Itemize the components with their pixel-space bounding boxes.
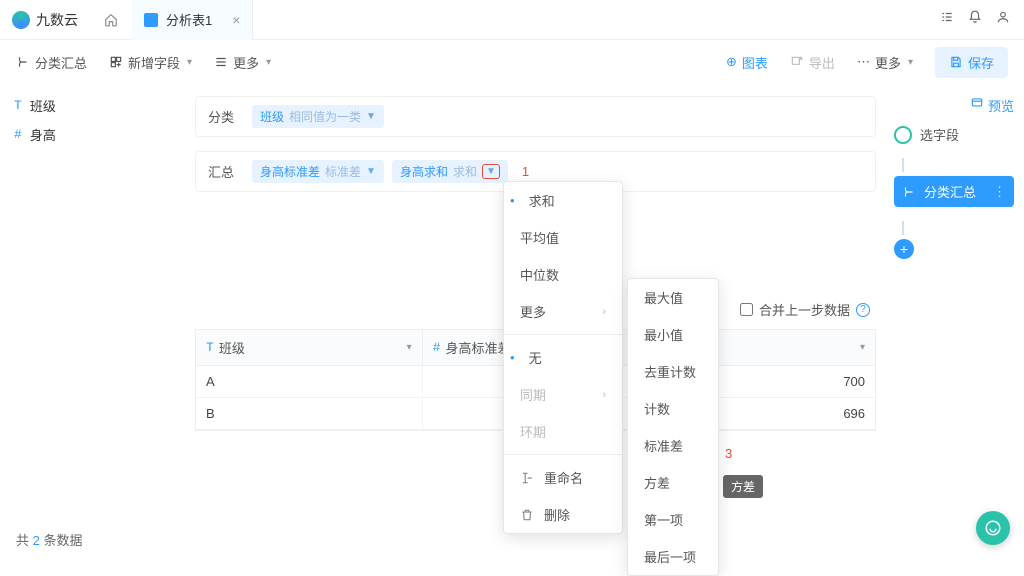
menu-count[interactable]: 计数 — [628, 390, 718, 427]
col-class[interactable]: T 班级 ▾ — [196, 330, 423, 365]
worksheet-icon — [144, 13, 158, 27]
flow-panel: 预览 选字段 分类汇总 ⋮ + — [884, 84, 1024, 559]
export-button[interactable]: 导出 — [790, 53, 835, 72]
list-icon[interactable] — [940, 10, 954, 29]
save-button[interactable]: 保存 — [935, 47, 1008, 78]
category-panel: 分类 班级 相同值为一类 ▼ — [195, 96, 876, 137]
agg-submenu: 最大值 最小值 去重计数 计数 标准差 方差 第一项 最后一项 — [627, 278, 719, 576]
flow-connector — [902, 158, 904, 172]
menu-dedup[interactable]: 去重计数 — [628, 353, 718, 390]
tooltip: 方差 — [723, 475, 763, 498]
chevron-right-icon: › — [602, 389, 606, 401]
plus-icon: ⊕ — [726, 54, 737, 70]
menu-sum[interactable]: 求和 — [504, 182, 622, 219]
add-field-button[interactable]: 新增字段 — [109, 53, 192, 72]
chart-button[interactable]: ⊕ 图表 — [726, 53, 768, 72]
step-dot-icon — [894, 126, 912, 144]
kebab-icon[interactable]: ⋮ — [993, 184, 1006, 200]
chevron-down-icon[interactable]: ▼ — [366, 111, 376, 122]
help-icon[interactable]: ? — [856, 303, 870, 317]
flow-step-group[interactable]: 分类汇总 ⋮ — [894, 176, 1014, 207]
support-button[interactable] — [976, 511, 1010, 545]
text-type-icon: T — [14, 98, 22, 113]
row-count: 共 2 条数据 — [16, 530, 83, 549]
add-step-button[interactable]: + — [894, 239, 914, 259]
menu-var[interactable]: 方差 — [628, 464, 718, 501]
menu-first[interactable]: 第一项 — [628, 501, 718, 538]
summary-chip-sum[interactable]: 身高求和 求和 ▼ — [392, 160, 508, 183]
panel-label: 汇总 — [208, 162, 252, 181]
ellipsis-icon: ⋯ — [857, 54, 870, 70]
menu-none[interactable]: 无 — [504, 339, 622, 376]
user-icon[interactable] — [996, 10, 1010, 29]
menu-delete[interactable]: 删除 — [504, 496, 622, 533]
field-class[interactable]: T 班级 — [14, 96, 181, 115]
close-icon[interactable]: × — [232, 12, 240, 28]
flow-connector — [902, 221, 904, 235]
field-list: T 班级 # 身高 — [0, 84, 195, 559]
number-type-icon: # — [433, 340, 441, 355]
summary-chip-std[interactable]: 身高标准差 标准差 ▼ — [252, 160, 384, 183]
more2-button[interactable]: ⋯ 更多 — [857, 53, 913, 72]
merge-checkbox[interactable] — [740, 303, 753, 316]
menu-mom[interactable]: 环期 — [504, 413, 622, 450]
brand-logo: 九数云 — [0, 10, 90, 30]
chevron-down-icon[interactable]: ▼ — [482, 164, 500, 179]
toolbar: 分类汇总 新增字段 更多 ⊕ 图表 导出 ⋯ 更多 保存 — [0, 40, 1024, 84]
number-type-icon: # — [14, 127, 22, 142]
more-button[interactable]: 更多 — [214, 53, 271, 72]
agg-menu: 求和 平均值 中位数 更多› 无 同期› 环期 重命名 删除 — [503, 181, 623, 534]
menu-max[interactable]: 最大值 — [628, 279, 718, 316]
app-header: 九数云 分析表1 × — [0, 0, 1024, 40]
tab-title: 分析表1 — [166, 10, 212, 29]
menu-more[interactable]: 更多› — [504, 293, 622, 330]
menu-min[interactable]: 最小值 — [628, 316, 718, 353]
home-button[interactable] — [90, 0, 132, 40]
annotation-1: 1 — [522, 164, 529, 179]
chevron-down-icon[interactable]: ▾ — [407, 342, 412, 353]
logo-icon — [12, 11, 30, 29]
group-summary-button[interactable]: 分类汇总 — [16, 53, 87, 72]
chevron-right-icon: › — [602, 306, 606, 318]
text-type-icon: T — [206, 340, 214, 355]
preview-link[interactable]: 预览 — [894, 96, 1014, 115]
menu-rename[interactable]: 重命名 — [504, 459, 622, 496]
field-height[interactable]: # 身高 — [14, 125, 181, 144]
category-chip[interactable]: 班级 相同值为一类 ▼ — [252, 105, 384, 128]
menu-last[interactable]: 最后一项 — [628, 538, 718, 575]
header-actions — [926, 10, 1024, 29]
brand-text: 九数云 — [36, 10, 78, 30]
chevron-down-icon[interactable]: ▾ — [860, 342, 865, 353]
menu-median[interactable]: 中位数 — [504, 256, 622, 293]
flow-step-select[interactable]: 选字段 — [894, 125, 1014, 144]
menu-yoy[interactable]: 同期› — [504, 376, 622, 413]
workbook-tab[interactable]: 分析表1 × — [132, 0, 253, 40]
panel-label: 分类 — [208, 107, 252, 126]
menu-avg[interactable]: 平均值 — [504, 219, 622, 256]
chevron-down-icon[interactable]: ▼ — [366, 166, 376, 177]
menu-std[interactable]: 标准差 — [628, 427, 718, 464]
annotation-3: 3 — [725, 446, 732, 461]
bell-icon[interactable] — [968, 10, 982, 29]
